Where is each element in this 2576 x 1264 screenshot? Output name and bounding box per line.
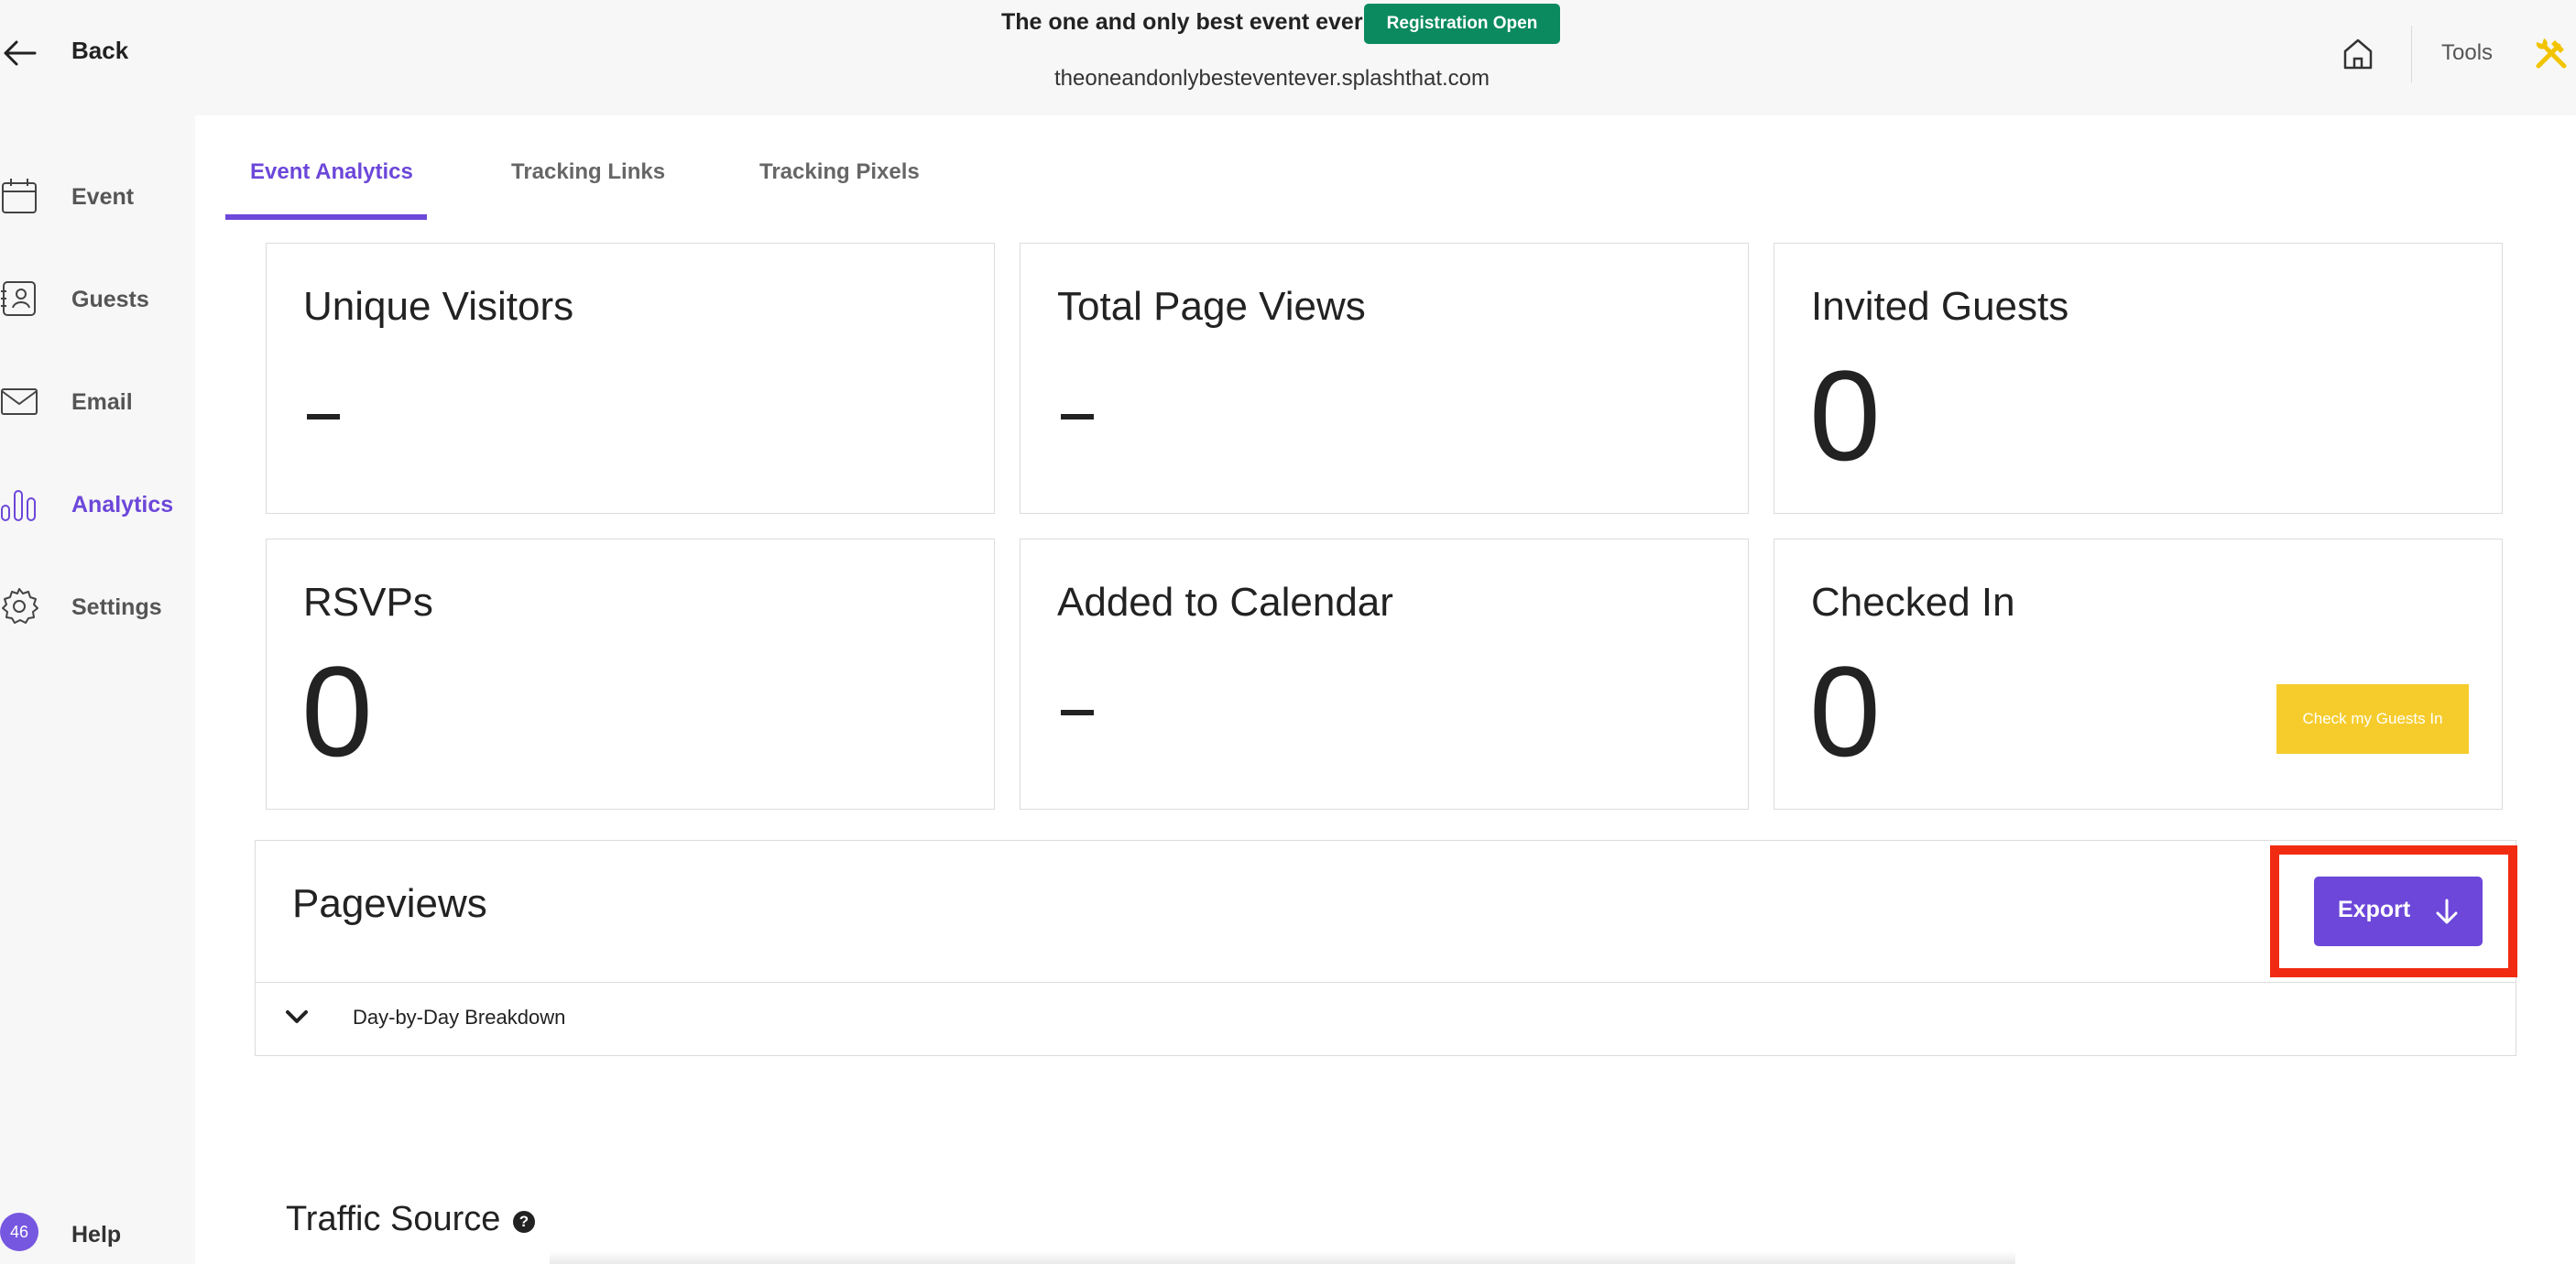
sidebar-item-event[interactable]: Event — [0, 169, 195, 223]
event-url[interactable]: theoneandonlybesteventever.splashthat.co… — [1054, 66, 1490, 92]
stat-card-total-page-views: Total Page Views — [1020, 243, 1749, 514]
contact-card-icon — [1, 281, 36, 316]
help-button[interactable]: Help — [71, 1222, 121, 1248]
sidebar-item-email[interactable]: Email — [0, 374, 195, 429]
download-arrow-icon — [2436, 899, 2458, 924]
event-title: The one and only best event ever — [1001, 9, 1363, 35]
stat-title: RSVPs — [303, 580, 433, 625]
export-button[interactable]: Export — [2314, 877, 2483, 946]
help-circle-icon[interactable]: ? — [513, 1211, 535, 1233]
stat-card-checked-in: Checked In 0 Check my Guests In — [1774, 539, 2503, 810]
stat-card-rsvps: RSVPs 0 — [266, 539, 995, 810]
gear-icon — [2, 588, 38, 624]
check-guests-in-button[interactable]: Check my Guests In — [2276, 684, 2469, 754]
content-shadow — [550, 1251, 2015, 1264]
stat-title: Checked In — [1811, 580, 2015, 625]
stat-value-dash — [1061, 710, 1094, 715]
traffic-source-title: Traffic Source — [286, 1200, 501, 1238]
tools-button[interactable]: Tools — [2441, 40, 2493, 66]
active-tab-indicator — [225, 214, 427, 220]
tab-event-analytics[interactable]: Event Analytics — [250, 159, 413, 185]
home-icon[interactable] — [2340, 35, 2376, 71]
stat-value: 0 — [1809, 639, 1881, 783]
stat-value-dash — [307, 414, 340, 420]
sidebar-item-label: Guests — [71, 287, 149, 312]
export-label: Export — [2338, 897, 2411, 922]
top-divider — [2411, 26, 2412, 82]
sidebar-item-guests[interactable]: Guests — [0, 271, 195, 326]
envelope-icon — [1, 388, 38, 415]
sidebar-item-label: Analytics — [71, 492, 174, 518]
top-bar: Back The one and only best event ever Re… — [0, 0, 2576, 115]
back-button[interactable]: Back — [71, 37, 128, 65]
day-by-day-breakdown-toggle[interactable]: Day-by-Day Breakdown — [353, 1006, 565, 1030]
stat-title: Invited Guests — [1811, 284, 2069, 329]
stat-card-added-to-calendar: Added to Calendar — [1020, 539, 1749, 810]
panel-divider — [256, 982, 2516, 983]
stat-title: Unique Visitors — [303, 284, 574, 329]
stat-title: Total Page Views — [1057, 284, 1366, 329]
chevron-down-icon[interactable] — [284, 1004, 310, 1030]
sidebar: Event Guests Email Analytics Settings — [0, 115, 195, 1264]
stat-value-dash — [1061, 414, 1094, 420]
bar-chart-icon — [1, 490, 36, 521]
tab-tracking-links[interactable]: Tracking Links — [511, 159, 665, 185]
stat-value: 0 — [301, 639, 373, 783]
sidebar-item-label: Event — [71, 184, 135, 210]
sidebar-item-analytics[interactable]: Analytics — [0, 476, 195, 531]
tab-tracking-pixels[interactable]: Tracking Pixels — [759, 159, 920, 185]
stat-card-unique-visitors: Unique Visitors — [266, 243, 995, 514]
help-badge[interactable]: 46 — [0, 1213, 38, 1251]
stat-title: Added to Calendar — [1057, 580, 1393, 625]
back-arrow-icon[interactable] — [0, 33, 40, 73]
registration-status-badge[interactable]: Registration Open — [1364, 4, 1560, 44]
stat-value: 0 — [1809, 343, 1881, 487]
sidebar-item-label: Email — [71, 389, 133, 415]
pageviews-panel: Pageviews — [255, 840, 2516, 1056]
calendar-icon — [2, 179, 37, 213]
pageviews-title: Pageviews — [292, 881, 487, 926]
tools-icon[interactable] — [2531, 33, 2571, 73]
stat-card-invited-guests: Invited Guests 0 — [1774, 243, 2503, 514]
sidebar-item-label: Settings — [71, 594, 162, 620]
sidebar-item-settings[interactable]: Settings — [0, 579, 195, 634]
